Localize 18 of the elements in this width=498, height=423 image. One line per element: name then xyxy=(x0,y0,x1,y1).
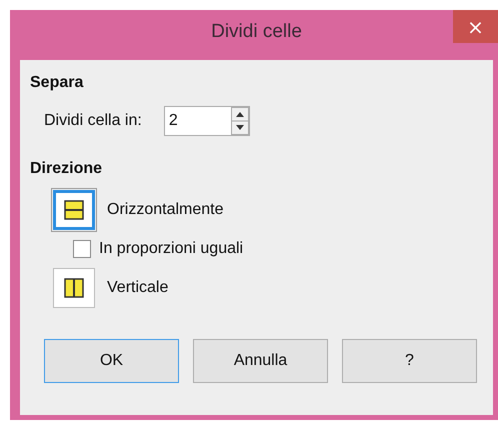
split-rows-icon xyxy=(64,200,84,220)
dialog-button[interactable]: Annulla xyxy=(193,339,328,383)
orientation-toggle[interactable] xyxy=(53,268,95,308)
orientation-toggle[interactable] xyxy=(53,190,95,230)
dialog-button[interactable]: ? xyxy=(342,339,477,383)
split-columns-icon xyxy=(64,278,84,298)
spin-arrows-icon[interactable] xyxy=(230,107,249,135)
checkbox[interactable] xyxy=(73,240,91,258)
section-heading: Direzione xyxy=(30,160,104,178)
option-label: Verticale xyxy=(107,279,168,297)
number-spin-field[interactable]: 2 xyxy=(164,106,250,136)
close-button[interactable]: × xyxy=(453,10,498,43)
window-title: Dividi celle xyxy=(211,21,302,43)
dialog-button[interactable]: OK xyxy=(44,339,179,383)
option-label: Orizzontalmente xyxy=(107,201,224,219)
checkbox-label: In proporzioni uguali xyxy=(99,240,244,258)
section-heading: Separa xyxy=(30,74,84,92)
field-label: Dividi cella in: xyxy=(44,112,142,130)
